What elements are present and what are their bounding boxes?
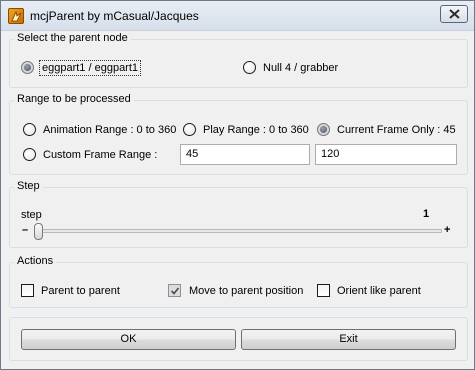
checkmark-icon <box>170 287 180 295</box>
actions-legend: Actions <box>14 255 57 267</box>
slider-minus-label: – <box>22 224 29 236</box>
step-value: 1 <box>423 208 430 220</box>
radio-custom-range-label[interactable]: Custom Frame Range : <box>43 149 157 161</box>
checkbox-parent-to-parent-label[interactable]: Parent to parent <box>41 285 120 297</box>
slider-plus-label: + <box>444 224 451 236</box>
exit-button[interactable]: Exit <box>241 329 456 350</box>
radio-custom-range[interactable] <box>23 148 36 161</box>
radio-parent-eggpart1[interactable] <box>21 61 34 74</box>
close-button[interactable] <box>440 5 468 23</box>
window-title: mcjParent by mCasual/Jacques <box>30 9 199 23</box>
radio-animation-range-label[interactable]: Animation Range : 0 to 360 <box>43 124 176 136</box>
radio-parent-null4[interactable] <box>243 61 256 74</box>
close-x-icon <box>449 9 460 19</box>
checkbox-parent-to-parent[interactable] <box>21 284 34 297</box>
radio-play-range-label[interactable]: Play Range : 0 to 360 <box>203 124 309 136</box>
step-group: Step <box>9 180 468 248</box>
radio-parent-null4-label[interactable]: Null 4 / grabber <box>263 62 338 74</box>
parent-node-legend: Select the parent node <box>14 32 131 44</box>
step-slider-track[interactable] <box>34 229 442 233</box>
checkbox-move-to-parent-position[interactable] <box>168 284 181 297</box>
radio-current-frame[interactable] <box>317 123 330 136</box>
step-legend: Step <box>14 180 43 192</box>
radio-animation-range[interactable] <box>23 123 36 136</box>
custom-range-end-input[interactable]: 120 <box>315 144 457 165</box>
radio-parent-eggpart1-label[interactable]: eggpart1 / eggpart1 <box>39 60 142 76</box>
ok-button[interactable]: OK <box>21 329 236 350</box>
checkbox-orient-like-parent-label[interactable]: Orient like parent <box>337 285 421 297</box>
dialog-window: mcjParent by mCasual/Jacques Select the … <box>0 0 475 370</box>
step-label: step <box>21 209 42 221</box>
checkbox-move-to-parent-position-label[interactable]: Move to parent position <box>189 285 303 297</box>
radio-play-range[interactable] <box>183 123 196 136</box>
checkbox-orient-like-parent[interactable] <box>317 284 330 297</box>
step-slider-thumb[interactable] <box>34 223 43 240</box>
range-legend: Range to be processed <box>14 93 134 105</box>
app-icon[interactable] <box>8 8 24 24</box>
radio-current-frame-label[interactable]: Current Frame Only : 45 <box>337 124 456 136</box>
title-bar[interactable]: mcjParent by mCasual/Jacques <box>1 1 474 31</box>
custom-range-start-input[interactable]: 45 <box>180 144 310 165</box>
